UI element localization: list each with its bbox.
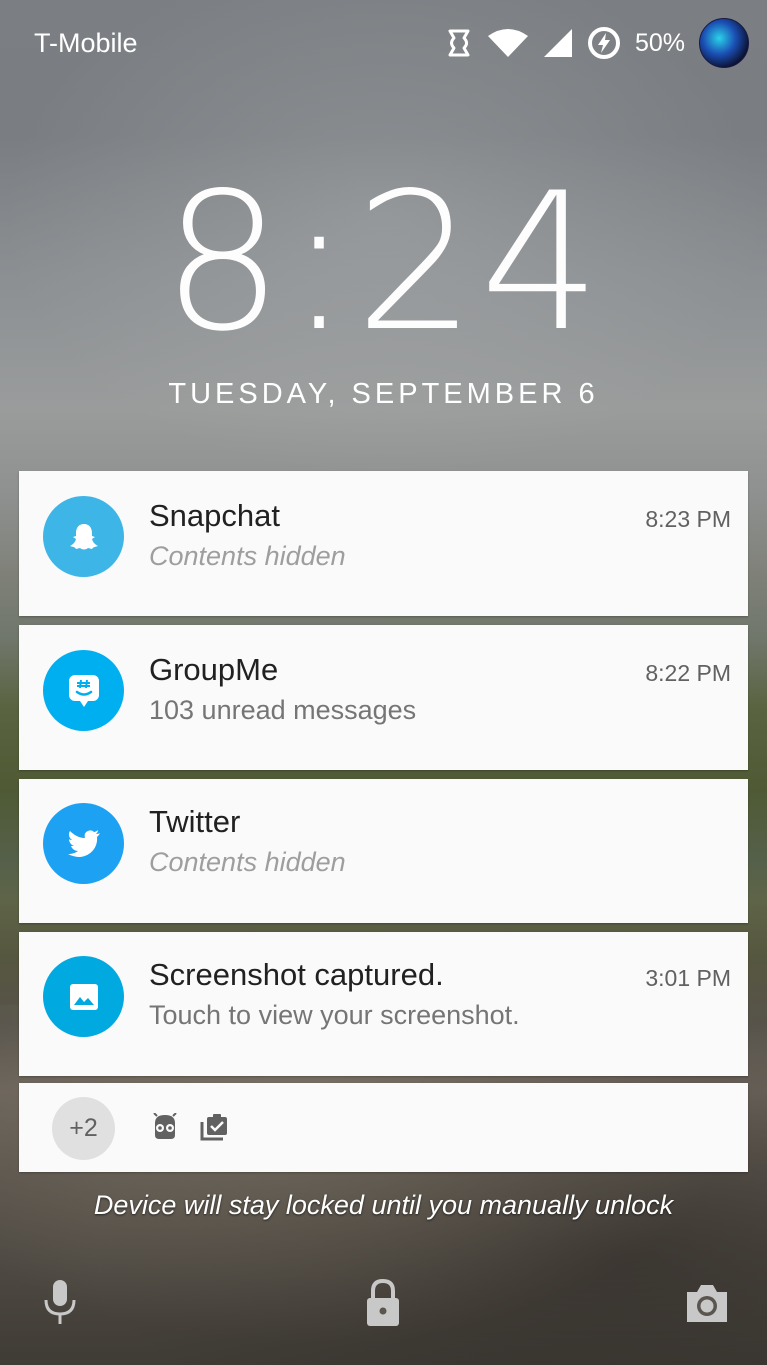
battery-saver-icon — [587, 27, 620, 59]
overflow-count-badge: +2 — [52, 1097, 115, 1160]
notification-screenshot[interactable]: Screenshot captured. Touch to view your … — [19, 932, 748, 1076]
notification-title: Screenshot captured. — [149, 957, 444, 992]
notification-groupme[interactable]: GroupMe 103 unread messages 8:22 PM — [19, 625, 748, 770]
carrier-name: T-Mobile — [34, 28, 138, 58]
notification-title: Twitter — [149, 804, 241, 839]
notification-text: Touch to view your screenshot. — [149, 1000, 520, 1030]
wifi-icon — [487, 29, 528, 57]
status-bar: T-Mobile 50% — [0, 0, 767, 88]
notification-text: Contents hidden — [149, 541, 346, 571]
microphone-icon[interactable] — [42, 1278, 78, 1328]
android-icon — [153, 1113, 177, 1139]
status-icons: 50% — [431, 18, 749, 68]
avatar[interactable] — [699, 18, 749, 68]
notification-snapchat[interactable]: Snapchat Contents hidden 8:23 PM — [19, 471, 748, 616]
notification-overflow[interactable]: +2 — [19, 1083, 748, 1172]
notification-time: 8:23 PM — [645, 506, 731, 532]
notification-text: Contents hidden — [149, 847, 346, 877]
twitter-bird-icon — [43, 803, 124, 884]
lock-icon[interactable] — [364, 1278, 402, 1328]
image-icon — [43, 956, 124, 1037]
snapchat-ghost-icon — [43, 496, 124, 577]
notification-text: 103 unread messages — [149, 695, 417, 725]
camera-icon[interactable] — [684, 1282, 730, 1324]
notification-time: 3:01 PM — [645, 965, 731, 991]
lockscreen-date: TUESDAY, SEPTEMBER 6 — [168, 378, 599, 410]
lockscreen-clock: 8:24 — [162, 152, 605, 373]
groupme-icon — [43, 650, 124, 731]
clipboard-check-icon — [200, 1114, 227, 1141]
notification-time: 8:22 PM — [645, 660, 731, 686]
notification-title: Snapchat — [149, 498, 280, 533]
notification-twitter[interactable]: Twitter Contents hidden — [19, 779, 748, 923]
nfc-icon — [448, 29, 470, 57]
cell-signal-icon — [543, 29, 572, 57]
lock-status-message: Device will stay locked until you manual… — [93, 1190, 674, 1220]
notification-title: GroupMe — [149, 652, 279, 687]
battery-percent: 50% — [634, 28, 685, 57]
